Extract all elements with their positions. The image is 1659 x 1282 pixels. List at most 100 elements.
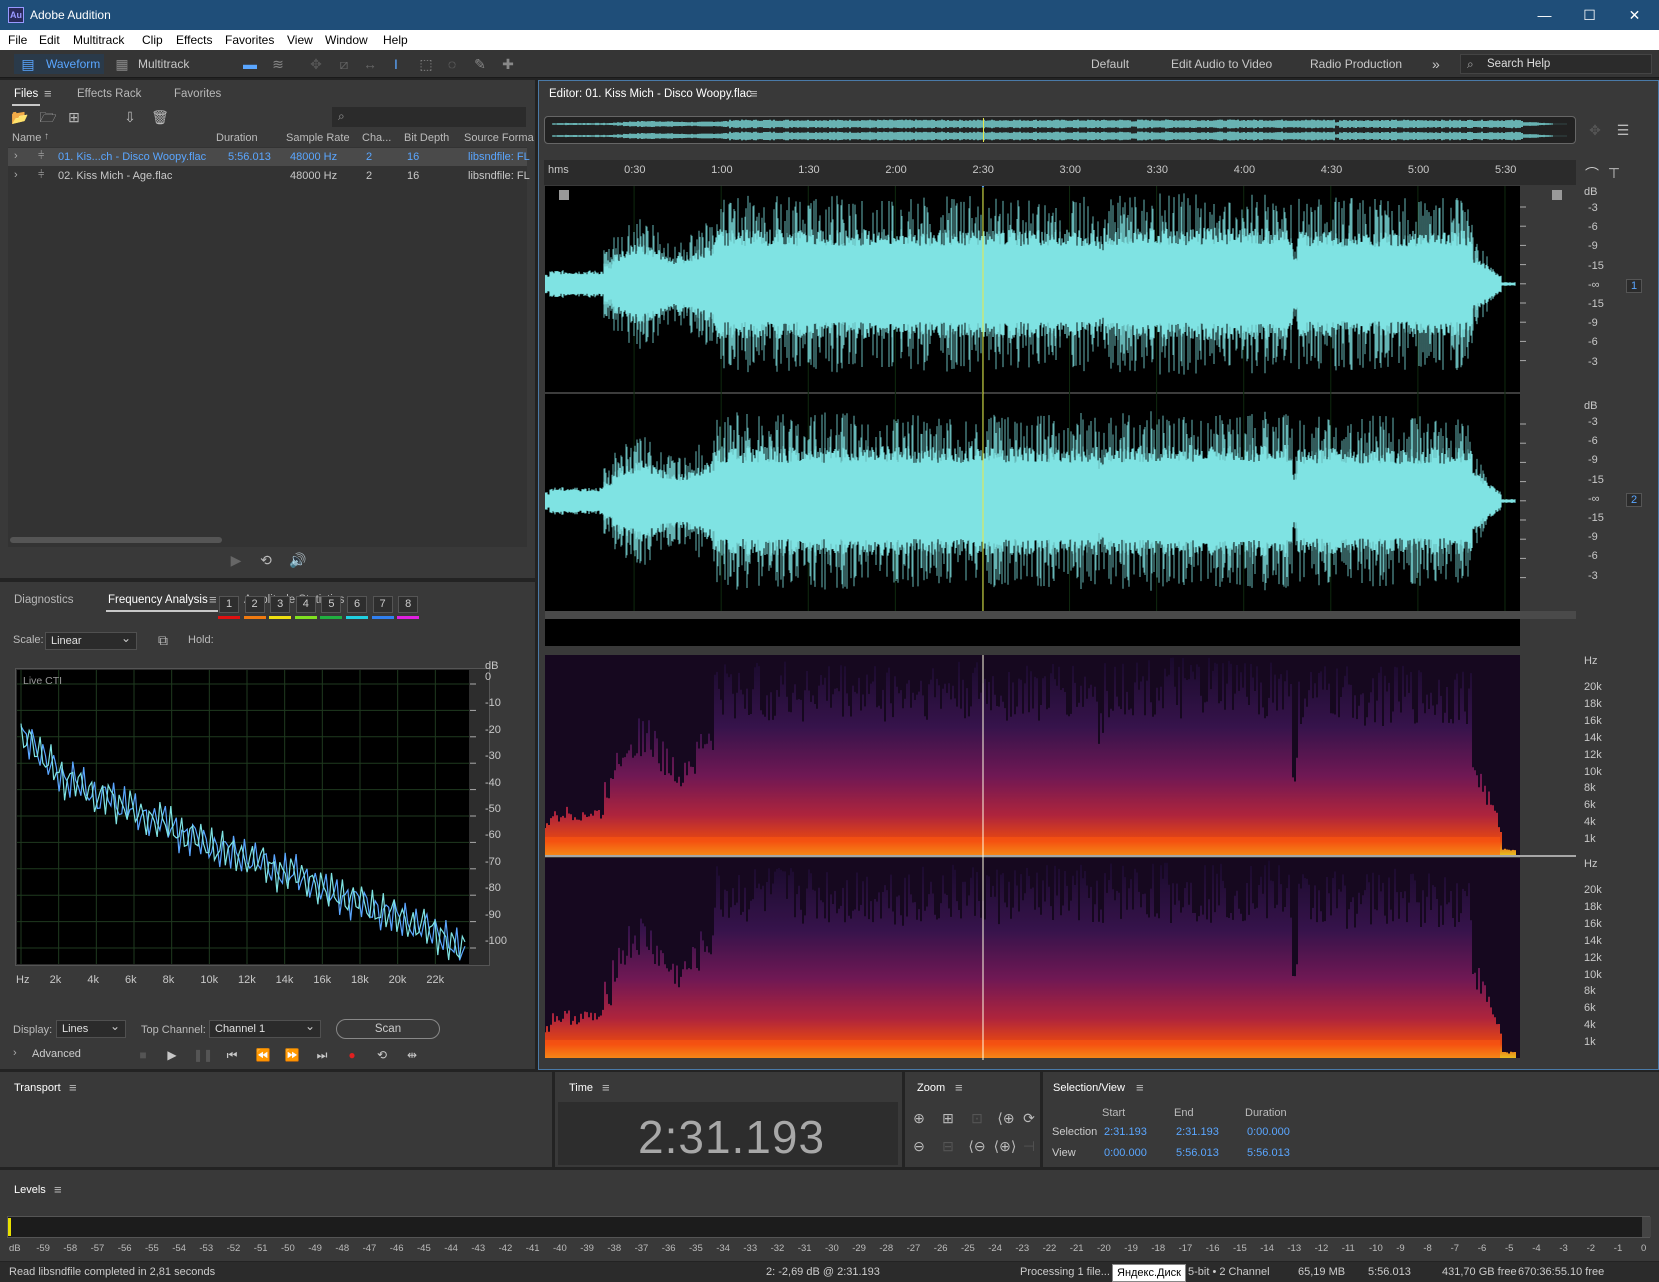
hold-button-3[interactable]: 3 bbox=[270, 596, 291, 613]
tab-frequency-analysis[interactable]: Frequency Analysis bbox=[108, 594, 208, 606]
col-name[interactable]: Name bbox=[12, 132, 41, 144]
workspace-radio-production[interactable]: Radio Production bbox=[1310, 54, 1402, 74]
advanced-chevron-icon[interactable]: › bbox=[13, 1047, 17, 1059]
slip-tool-icon[interactable]: ↔ bbox=[360, 54, 380, 74]
minimize-button[interactable]: — bbox=[1522, 0, 1567, 30]
hold-button-6[interactable]: 6 bbox=[347, 596, 367, 613]
search-help-field[interactable]: ⌕ Search Help bbox=[1460, 54, 1652, 74]
new-file-icon[interactable]: ⊞ bbox=[64, 107, 84, 127]
selection-end[interactable]: 2:31.193 bbox=[1176, 1126, 1219, 1138]
spectral-display[interactable] bbox=[545, 655, 1576, 1060]
workspace-default[interactable]: Default bbox=[1091, 54, 1129, 74]
menu-window[interactable]: Window bbox=[325, 33, 368, 47]
zoom-to-selection-icon[interactable]: ✥ bbox=[1586, 120, 1604, 140]
play-icon[interactable]: ▶ bbox=[163, 1046, 181, 1064]
pin-icon[interactable]: ⊤ bbox=[1606, 163, 1622, 183]
col-duration[interactable]: Duration bbox=[216, 132, 258, 144]
hold-button-8[interactable]: 8 bbox=[398, 596, 419, 613]
menu-multitrack[interactable]: Multitrack bbox=[73, 33, 124, 47]
skip-selection-icon[interactable]: ⇹ bbox=[403, 1046, 421, 1064]
zoom-in-amplitude-icon[interactable]: ⊕ bbox=[909, 1108, 929, 1128]
record-icon[interactable]: ● bbox=[343, 1046, 361, 1064]
stop-icon[interactable]: ■ bbox=[134, 1046, 152, 1064]
menu-clip[interactable]: Clip bbox=[142, 33, 163, 47]
col-bit-depth[interactable]: Bit Depth bbox=[404, 132, 449, 144]
menu-edit[interactable]: Edit bbox=[39, 33, 60, 47]
editor-menu-icon[interactable]: ≡ bbox=[750, 86, 758, 101]
zoom-out-time-icon[interactable]: ⊟ bbox=[938, 1136, 958, 1156]
file-row-selected[interactable]: › ⫩ 01. Kis...ch - Disco Woopy.flac 5:56… bbox=[8, 148, 530, 166]
pause-icon[interactable]: ❚❚ bbox=[193, 1046, 213, 1064]
maximize-button[interactable]: ☐ bbox=[1567, 0, 1612, 30]
marquee-tool-icon[interactable]: ⬚ bbox=[416, 54, 436, 74]
channel-1-toggle[interactable]: 1 bbox=[1626, 279, 1643, 293]
insert-into-multitrack-icon[interactable]: ⇩ bbox=[120, 107, 140, 127]
time-selection-tool-icon[interactable]: I bbox=[388, 54, 404, 74]
time-menu-icon[interactable]: ≡ bbox=[602, 1080, 610, 1095]
delete-icon[interactable]: 🗑 bbox=[150, 107, 170, 127]
play-preview-icon[interactable]: ▶ bbox=[226, 550, 246, 570]
zoom-in-time-icon[interactable]: ⊞ bbox=[938, 1108, 958, 1128]
zoom-reset-icon[interactable]: ⟳ bbox=[1021, 1108, 1037, 1128]
selection-duration[interactable]: 0:00.000 bbox=[1247, 1126, 1290, 1138]
col-sample-rate[interactable]: Sample Rate bbox=[286, 132, 350, 144]
menu-effects[interactable]: Effects bbox=[176, 33, 212, 47]
zoom-to-selection-disabled-icon[interactable]: ⊡ bbox=[967, 1108, 987, 1128]
waveform-display[interactable] bbox=[545, 186, 1576, 646]
scale-dropdown[interactable]: Linear bbox=[45, 630, 137, 650]
zoom-out-full-icon[interactable]: ⟨⊖ bbox=[965, 1136, 989, 1156]
zoom-to-selection-icon[interactable]: ⊣ bbox=[1021, 1136, 1037, 1156]
brush-tool-icon[interactable]: ✎ bbox=[470, 54, 490, 74]
monitor-icon[interactable]: ⌒ bbox=[1584, 164, 1600, 184]
autoplay-icon[interactable]: 🔊 bbox=[288, 550, 308, 570]
go-to-end-icon[interactable]: ⏭ bbox=[313, 1046, 331, 1064]
col-channels[interactable]: Cha... bbox=[362, 132, 391, 144]
spectral-view-icon[interactable]: ≋ bbox=[268, 54, 288, 74]
advanced-toggle[interactable]: Advanced bbox=[32, 1048, 81, 1060]
more-workspaces-button[interactable]: » bbox=[1432, 54, 1440, 74]
spot-healing-icon[interactable]: ✚ bbox=[498, 54, 518, 74]
zoom-menu-icon[interactable]: ≡ bbox=[955, 1080, 963, 1095]
hold-button-4[interactable]: 4 bbox=[295, 596, 316, 613]
close-button[interactable]: ✕ bbox=[1612, 0, 1657, 30]
clip-indicator[interactable] bbox=[1642, 1217, 1651, 1237]
waveform-mode[interactable]: ▤ Waveform bbox=[14, 54, 104, 74]
scan-button[interactable]: Scan bbox=[336, 1019, 440, 1039]
top-channel-dropdown[interactable]: Channel 1 bbox=[209, 1018, 321, 1038]
fade-in-handle-icon[interactable] bbox=[559, 190, 569, 200]
files-search-input[interactable]: ⌕ bbox=[332, 107, 526, 127]
hold-button-7[interactable]: 7 bbox=[372, 596, 393, 613]
fast-forward-icon[interactable]: ⏩ bbox=[283, 1046, 301, 1064]
editor-settings-icon[interactable]: ☰ bbox=[1614, 120, 1632, 140]
menu-view[interactable]: View bbox=[287, 33, 313, 47]
overlay-toggle-icon[interactable]: ⧉ bbox=[155, 630, 171, 650]
view-start[interactable]: 0:00.000 bbox=[1104, 1147, 1147, 1159]
expand-chevron-icon[interactable]: › bbox=[14, 169, 18, 181]
channel-2-toggle[interactable]: 2 bbox=[1626, 493, 1643, 507]
move-tool-icon[interactable]: ✥ bbox=[306, 54, 326, 74]
zoom-in-at-end-icon[interactable]: ⟨⊕⟩ bbox=[993, 1136, 1017, 1156]
selection-start[interactable]: 2:31.193 bbox=[1104, 1126, 1147, 1138]
workspace-edit-audio-to-video[interactable]: Edit Audio to Video bbox=[1171, 54, 1272, 74]
loop-playback-icon[interactable]: ⟲ bbox=[373, 1046, 391, 1064]
rewind-icon[interactable]: ⏪ bbox=[254, 1046, 272, 1064]
tab-effects-rack[interactable]: Effects Rack bbox=[77, 88, 141, 100]
file-row[interactable]: › ⫩ 02. Kiss Mich - Age.flac 48000 Hz 2 … bbox=[8, 167, 530, 185]
col-source-format[interactable]: Source Forma bbox=[464, 132, 534, 144]
multitrack-mode[interactable]: ▦ Multitrack bbox=[110, 54, 200, 74]
import-file-icon[interactable]: 🗁 bbox=[38, 107, 58, 127]
hold-button-5[interactable]: 5 bbox=[321, 596, 342, 613]
waveform-view-icon[interactable]: ▬ bbox=[240, 54, 260, 74]
transport-menu-icon[interactable]: ≡ bbox=[69, 1080, 77, 1095]
expand-chevron-icon[interactable]: › bbox=[14, 150, 18, 162]
zoom-in-at-start-icon[interactable]: ⟨⊕ bbox=[995, 1108, 1017, 1128]
freq-panel-menu-icon[interactable]: ≡ bbox=[209, 592, 217, 607]
file-list-scrollbar[interactable] bbox=[10, 537, 222, 543]
lasso-tool-icon[interactable]: ◌ bbox=[442, 54, 462, 74]
view-end[interactable]: 5:56.013 bbox=[1176, 1147, 1219, 1159]
menu-favorites[interactable]: Favorites bbox=[225, 33, 274, 47]
menu-file[interactable]: File bbox=[8, 33, 27, 47]
display-dropdown[interactable]: Lines bbox=[56, 1018, 126, 1038]
open-file-icon[interactable]: 📂 bbox=[10, 107, 30, 127]
go-to-start-icon[interactable]: ⏮ bbox=[223, 1046, 241, 1064]
